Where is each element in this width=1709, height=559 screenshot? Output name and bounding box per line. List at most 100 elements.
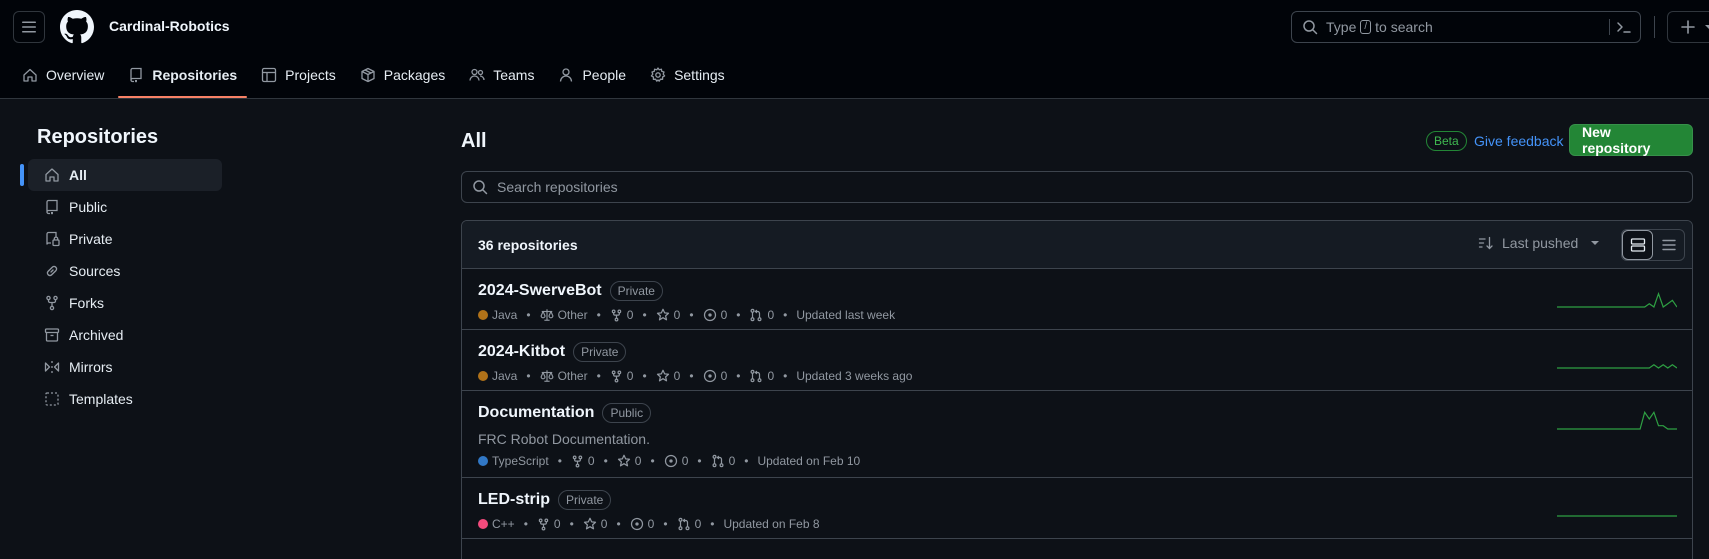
meta-separator: • xyxy=(616,517,621,531)
meta-separator: • xyxy=(689,308,694,322)
card-view-button[interactable] xyxy=(1622,230,1654,260)
tab-teams-label: Teams xyxy=(493,67,535,83)
repo-forks[interactable]: 0 xyxy=(610,369,633,383)
give-feedback-link[interactable]: Give feedback xyxy=(1474,133,1564,149)
command-palette-icon[interactable] xyxy=(1616,20,1632,36)
tab-repositories[interactable]: Repositories xyxy=(118,58,247,98)
star-icon xyxy=(583,517,597,531)
repo-title-line: 2024-Kitbot Private xyxy=(478,342,1676,362)
sidebar-item-private[interactable]: Private xyxy=(28,223,222,255)
repo-row[interactable]: 2024-Kitbot Private Java • Other • 0 • 0 • 0 • 0 • Upd… xyxy=(462,330,1692,391)
meta-separator: • xyxy=(783,369,788,383)
sidebar-item-all[interactable]: All xyxy=(20,159,222,191)
repo-forks[interactable]: 0 xyxy=(571,454,595,468)
repo-row[interactable]: 2024-SwerveBot Private Java • Other • 0 • 0 • 0 • 0 •… xyxy=(462,269,1692,330)
repo-meta: C++ • 0 • 0 • 0 • 0 • Updated on Feb 8 xyxy=(478,517,1676,531)
tab-packages[interactable]: Packages xyxy=(350,58,455,92)
git-pull-request-icon xyxy=(749,369,763,383)
tab-settings[interactable]: Settings xyxy=(640,58,735,92)
repo-search-placeholder: Search repositories xyxy=(497,179,618,195)
repo-stars[interactable]: 0 xyxy=(583,517,607,531)
create-new-button[interactable] xyxy=(1667,11,1709,43)
sidebar-title: Repositories xyxy=(37,126,159,148)
forks-count: 0 xyxy=(626,308,634,322)
issues-count: 0 xyxy=(647,517,655,531)
repo-forks[interactable]: 0 xyxy=(537,517,561,531)
meta-separator: • xyxy=(557,454,562,468)
tab-teams[interactable]: Teams xyxy=(459,58,544,92)
github-logo-icon[interactable] xyxy=(60,10,94,44)
repo-pull-requests[interactable]: 0 xyxy=(677,517,702,531)
sort-desc-icon xyxy=(1478,236,1493,250)
repo-name-link[interactable]: 2024-SwerveBot xyxy=(478,282,602,300)
repo-stars[interactable]: 0 xyxy=(656,369,680,383)
sidebar-item-mirrors[interactable]: Mirrors xyxy=(28,351,222,383)
meta-separator: • xyxy=(783,308,788,322)
meta-separator: • xyxy=(650,454,655,468)
issue-opened-icon xyxy=(630,517,644,531)
git-pull-request-icon xyxy=(677,517,691,531)
mirror-icon xyxy=(44,359,60,375)
people-icon xyxy=(469,67,485,83)
sidebar-item-archived-label: Archived xyxy=(69,327,124,343)
repo-pull-requests[interactable]: 0 xyxy=(749,369,774,383)
repo-issues[interactable]: 0 xyxy=(664,454,688,468)
repo-issues[interactable]: 0 xyxy=(630,517,655,531)
repo-name-link[interactable]: LED-strip xyxy=(478,491,550,509)
sidebar-item-mirrors-label: Mirrors xyxy=(69,359,113,375)
sidebar-item-forks[interactable]: Forks xyxy=(28,287,222,319)
meta-separator: • xyxy=(642,369,647,383)
sidebar-item-sources[interactable]: Sources xyxy=(28,255,222,287)
stars-count: 0 xyxy=(634,454,642,468)
repo-icon xyxy=(44,199,60,215)
meta-separator: • xyxy=(603,454,608,468)
visibility-badge: Private xyxy=(573,342,627,362)
repo-forks[interactable]: 0 xyxy=(610,308,634,322)
repo-stars[interactable]: 0 xyxy=(617,454,642,468)
repo-search-input[interactable]: Search repositories xyxy=(461,171,1693,203)
repo-rows: 2024-SwerveBot Private Java • Other • 0 • 0 • 0 • 0 •… xyxy=(462,269,1692,539)
search-shortcut-key: / xyxy=(1360,20,1372,34)
fork-icon xyxy=(44,295,60,311)
global-search-input[interactable]: Type / to search xyxy=(1291,11,1641,43)
triangle-down-icon xyxy=(1591,241,1600,245)
prs-count: 0 xyxy=(694,517,702,531)
repo-row[interactable]: LED-strip Private C++ • 0 • 0 • 0 • 0 • Updated on F… xyxy=(462,478,1692,539)
sidebar-item-templates[interactable]: Templates xyxy=(28,383,222,415)
sidebar-item-sources-label: Sources xyxy=(69,263,121,279)
hamburger-icon xyxy=(22,21,36,33)
repo-pull-requests[interactable]: 0 xyxy=(749,308,774,322)
sidebar-item-public[interactable]: Public xyxy=(28,191,222,223)
tab-overview[interactable]: Overview xyxy=(12,58,114,92)
repo-filter-sidebar: Repositories All Public Private Sources … xyxy=(20,126,222,415)
new-repository-button[interactable]: New repository xyxy=(1569,124,1693,156)
repo-stars[interactable]: 0 xyxy=(656,308,680,322)
meta-separator: • xyxy=(523,517,528,531)
issue-opened-icon xyxy=(703,308,717,322)
list-view-button[interactable] xyxy=(1653,230,1684,260)
repo-list: 36 repositories Last pushed 2024-SwerveB… xyxy=(461,220,1693,559)
search-text-before: Type xyxy=(1326,19,1357,35)
repo-name-link[interactable]: 2024-Kitbot xyxy=(478,343,565,361)
sort-dropdown[interactable]: Last pushed xyxy=(1478,235,1600,251)
fork-icon xyxy=(610,309,623,322)
repo-title-line: LED-strip Private xyxy=(478,490,1676,510)
repo-issues[interactable]: 0 xyxy=(703,369,727,383)
activity-sparkline xyxy=(1557,291,1677,308)
search-text-after: to search xyxy=(1375,19,1433,35)
link-icon xyxy=(44,263,60,279)
repo-language: TypeScript xyxy=(478,454,549,468)
activity-line xyxy=(1557,410,1677,430)
activity-sparkline xyxy=(1557,515,1677,517)
repo-issues[interactable]: 0 xyxy=(703,308,727,322)
repo-name-link[interactable]: Documentation xyxy=(478,404,594,422)
tab-projects[interactable]: Projects xyxy=(251,58,346,92)
menu-button[interactable] xyxy=(13,11,45,43)
org-name-link[interactable]: Cardinal-Robotics xyxy=(109,18,230,34)
repo-license: Other xyxy=(540,308,588,322)
language-color-dot xyxy=(478,519,488,529)
repo-row[interactable]: Documentation Public FRC Robot Documentati… xyxy=(462,391,1692,478)
sidebar-item-archived[interactable]: Archived xyxy=(28,319,222,351)
tab-people[interactable]: People xyxy=(548,58,636,92)
repo-pull-requests[interactable]: 0 xyxy=(711,454,735,468)
